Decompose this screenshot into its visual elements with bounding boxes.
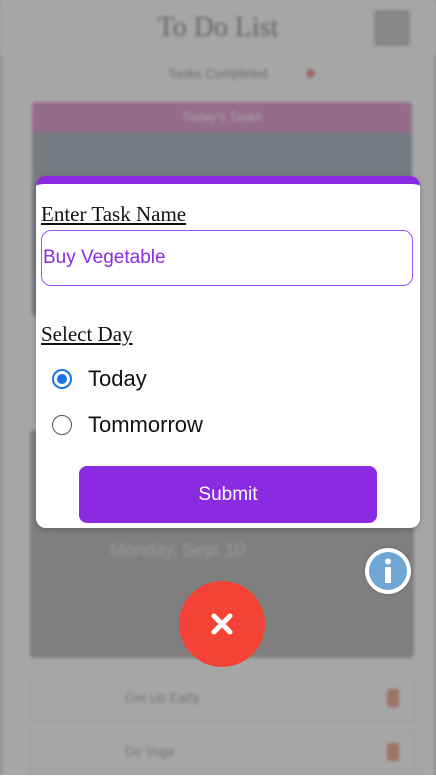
radio-option-today[interactable]: Today [52, 366, 147, 392]
radio-today[interactable] [52, 369, 72, 389]
close-button[interactable] [179, 581, 265, 667]
select-day-label: Select Day [41, 322, 133, 346]
radio-tomorrow[interactable] [52, 415, 72, 435]
submit-button[interactable]: Submit [79, 466, 377, 523]
info-icon [369, 552, 407, 590]
radio-tomorrow-label: Tommorrow [88, 412, 203, 437]
radio-option-tomorrow[interactable]: Tommorrow [52, 412, 203, 438]
add-task-modal: Enter Task Name Select Day Today Tommorr… [36, 176, 420, 528]
task-name-input[interactable] [41, 230, 413, 286]
close-icon [211, 613, 233, 635]
task-name-label: Enter Task Name [41, 202, 187, 226]
radio-today-label: Today [88, 366, 147, 391]
info-button[interactable] [365, 548, 411, 594]
